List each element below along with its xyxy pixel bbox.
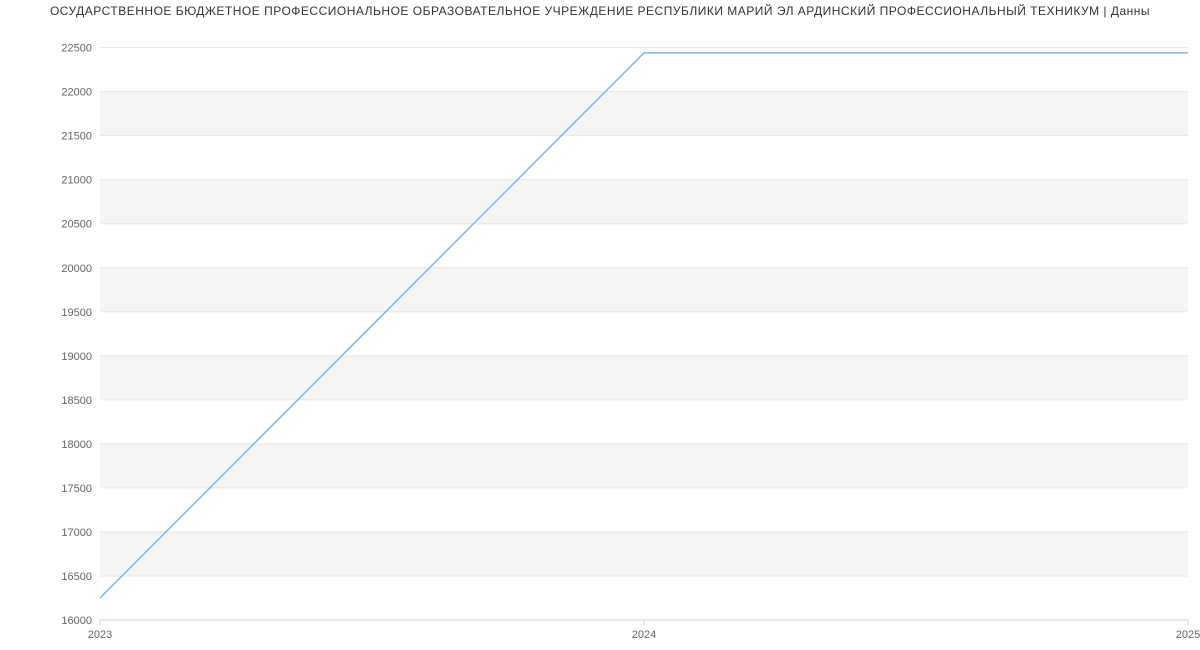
- x-tick-label: 2024: [632, 629, 656, 641]
- grid-band: [100, 92, 1188, 136]
- y-tick-label: 22500: [61, 43, 92, 55]
- y-tick-label: 20000: [61, 263, 92, 275]
- x-tick-label: 2023: [88, 629, 112, 641]
- grid-band: [100, 268, 1188, 312]
- grid-band: [100, 356, 1188, 400]
- grid-band: [100, 444, 1188, 488]
- y-tick-label: 16500: [61, 571, 92, 583]
- grid-band: [100, 180, 1188, 224]
- y-tick-label: 21500: [61, 131, 92, 143]
- y-tick-label: 19000: [61, 351, 92, 363]
- y-tick-label: 18000: [61, 439, 92, 451]
- x-tick-label: 2025: [1176, 629, 1200, 641]
- y-tick-label: 17500: [61, 483, 92, 495]
- grid-band: [100, 532, 1188, 576]
- chart-svg: 16000 16500 17000 17500 18000 18500 19000 19500…: [0, 24, 1200, 650]
- y-tick-label: 16000: [61, 615, 92, 627]
- y-tick-label: 21000: [61, 175, 92, 187]
- y-tick-label: 22000: [61, 87, 92, 99]
- chart-title: ОСУДАРСТВЕННОЕ БЮДЖЕТНОЕ ПРОФЕССИОНАЛЬНО…: [0, 0, 1200, 22]
- chart-area: 16000 16500 17000 17500 18000 18500 19000 19500…: [0, 24, 1200, 650]
- y-tick-label: 18500: [61, 395, 92, 407]
- y-tick-label: 20500: [61, 219, 92, 231]
- y-tick-label: 17000: [61, 527, 92, 539]
- y-tick-label: 19500: [61, 307, 92, 319]
